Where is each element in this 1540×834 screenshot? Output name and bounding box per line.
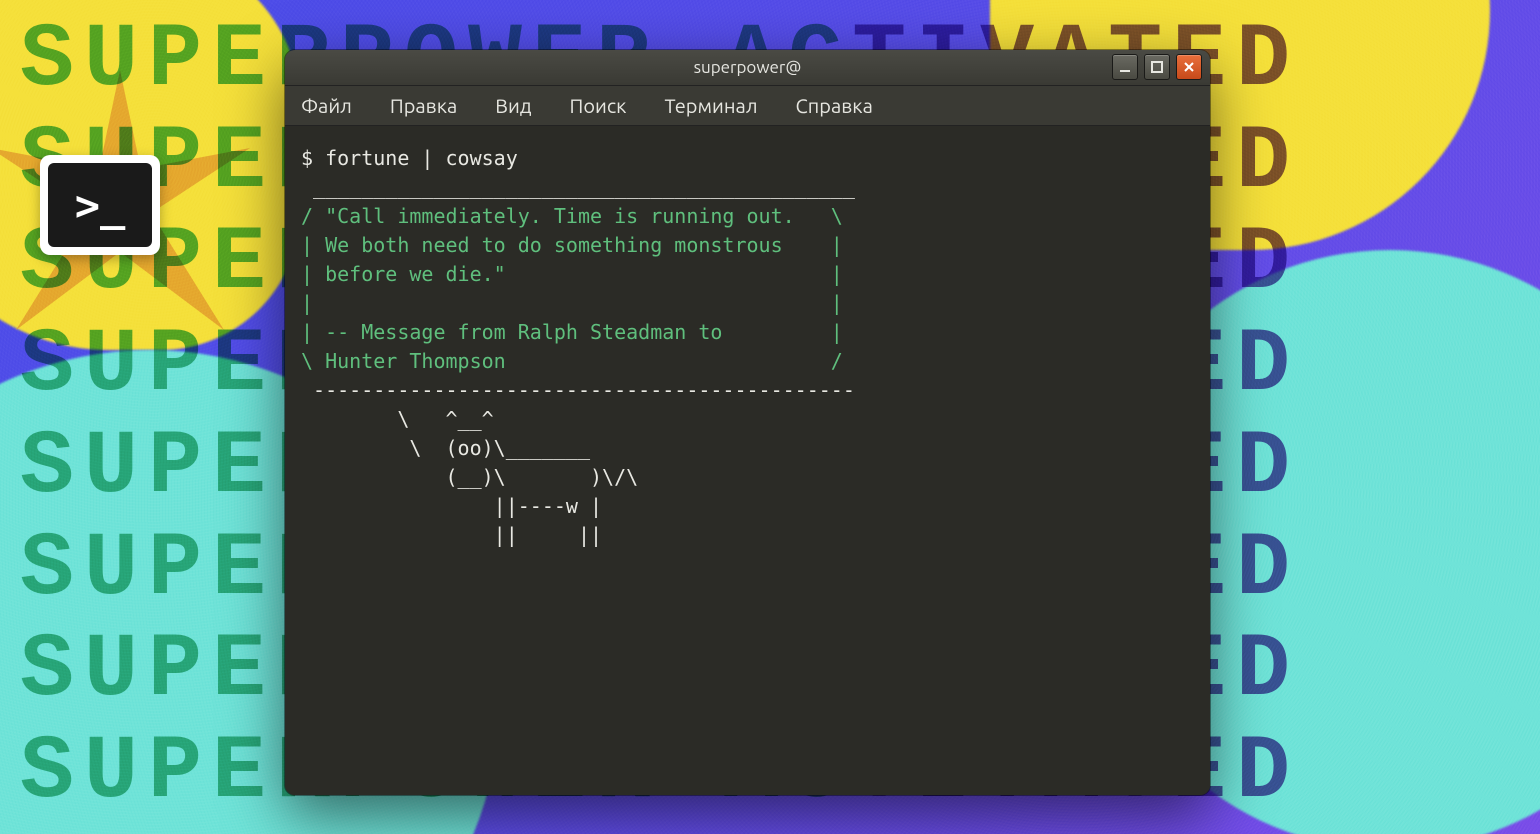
maximize-button[interactable] — [1144, 54, 1170, 80]
menu-file[interactable]: Файл — [301, 94, 352, 117]
window-titlebar[interactable]: superpower@ — [285, 50, 1210, 86]
window-title: superpower@ — [694, 58, 802, 77]
terminal-window[interactable]: superpower@ Файл Правка Вид — [285, 50, 1210, 795]
close-button[interactable] — [1176, 54, 1202, 80]
terminal-output[interactable]: $ fortune | cowsay _____________________… — [285, 126, 1210, 795]
menu-search[interactable]: Поиск — [570, 94, 627, 117]
fortune-line: | -- Message from Ralph Steadman to | — [301, 320, 843, 344]
fortune-line: | before we die." | — [301, 262, 843, 286]
cowsay-art: (__)\ )\/\ — [301, 465, 638, 489]
fortune-line: | We both need to do something monstrous… — [301, 233, 843, 257]
menu-edit[interactable]: Правка — [390, 94, 457, 117]
cowsay-border: ________________________________________… — [301, 175, 855, 199]
menu-terminal[interactable]: Терминал — [665, 94, 758, 117]
cowsay-border: ----------------------------------------… — [301, 378, 855, 402]
cowsay-art: \ ^__^ — [301, 407, 494, 431]
cowsay-art: || || — [301, 523, 602, 547]
fortune-line: / "Call immediately. Time is running out… — [301, 204, 843, 228]
terminal-app-icon[interactable]: >_ — [40, 155, 160, 255]
maximize-icon — [1150, 60, 1164, 74]
minimize-icon — [1118, 60, 1132, 74]
fortune-line: | | — [301, 291, 843, 315]
command-line: $ fortune | cowsay — [301, 146, 518, 170]
fortune-line: \ Hunter Thompson / — [301, 349, 843, 373]
menu-bar: Файл Правка Вид Поиск Терминал Справка — [285, 86, 1210, 126]
menu-help[interactable]: Справка — [796, 94, 873, 117]
menu-view[interactable]: Вид — [495, 94, 531, 117]
minimize-button[interactable] — [1112, 54, 1138, 80]
close-icon — [1182, 60, 1196, 74]
window-controls — [1112, 54, 1202, 80]
cowsay-art: \ (oo)\_______ — [301, 436, 590, 460]
cowsay-art: ||----w | — [301, 494, 602, 518]
terminal-prompt-icon: >_ — [48, 163, 152, 247]
